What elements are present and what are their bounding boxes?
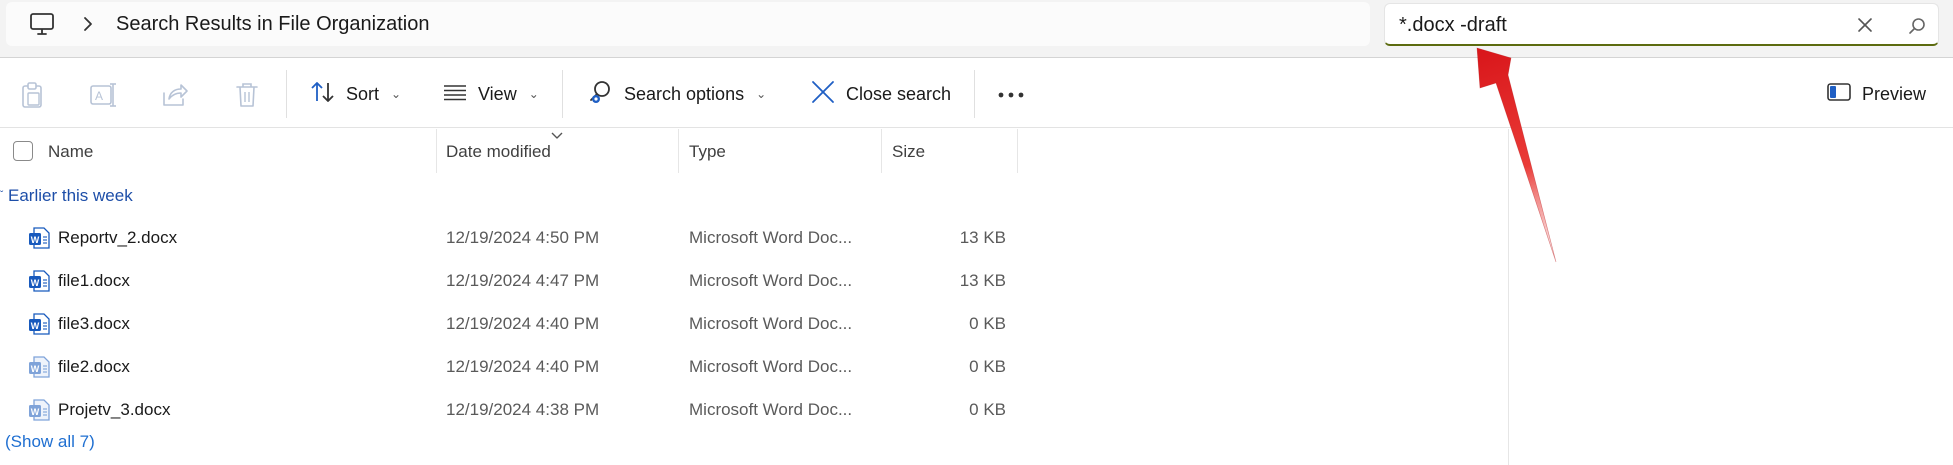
column-divider[interactable] — [881, 129, 882, 173]
search-options-icon — [588, 79, 614, 110]
file-name: Projetv_3.docx — [58, 400, 171, 419]
close-search-label: Close search — [846, 83, 952, 104]
file-size: 13 KB — [959, 271, 1006, 290]
word-doc-icon-light: W — [28, 398, 50, 422]
file-size: 13 KB — [959, 228, 1006, 247]
file-row[interactable]: W Reportv_2.docx 12/19/2024 4:50 PM Microso… — [0, 217, 1020, 260]
column-header-type[interactable]: Type — [689, 142, 726, 162]
svg-text:W: W — [31, 278, 40, 288]
preview-pane-icon — [1826, 81, 1852, 108]
view-label: View — [478, 83, 517, 104]
paste-icon[interactable] — [17, 80, 47, 110]
file-size: 0 KB — [969, 400, 1006, 419]
chevron-down-icon: ⌄ — [528, 87, 539, 101]
column-divider[interactable] — [1017, 129, 1018, 173]
svg-text:W: W — [31, 407, 40, 417]
chevron-right-icon[interactable] — [78, 11, 98, 37]
file-size: 0 KB — [969, 314, 1006, 333]
search-options-button[interactable]: Search options ⌄ — [588, 76, 766, 112]
file-row[interactable]: Wfile1.docx 12/19/2024 4:47 PM Microsoft W… — [0, 260, 1020, 303]
close-icon[interactable] — [1853, 13, 1877, 37]
close-search-button[interactable]: Close search — [810, 76, 951, 112]
select-all-checkbox[interactable] — [13, 141, 33, 161]
sort-icon — [310, 80, 336, 109]
address-toolbar: Search Results in File Organization — [0, 0, 1953, 58]
search-box[interactable] — [1384, 3, 1939, 46]
svg-text:A: A — [95, 89, 103, 103]
file-date-modified: 12/19/2024 4:40 PM — [446, 357, 600, 376]
address-bar[interactable]: Search Results in File Organization — [6, 2, 1370, 46]
chevron-down-icon: ⌄ — [756, 87, 767, 101]
toolbar-divider — [974, 70, 975, 118]
view-icon — [442, 80, 468, 109]
toolbar-divider — [562, 70, 563, 118]
search-input[interactable] — [1399, 12, 1829, 38]
file-name: file1.docx — [58, 271, 130, 290]
column-header-size[interactable]: Size — [892, 142, 925, 162]
sort-button[interactable]: Sort ⌄ — [310, 76, 401, 112]
chevron-down-icon: ˇ — [0, 190, 4, 201]
preview-button[interactable]: Preview — [1826, 76, 1926, 112]
sort-label: Sort — [346, 83, 380, 104]
view-button[interactable]: View ⌄ — [442, 76, 539, 112]
show-all-link[interactable]: (Show all 7) — [5, 432, 95, 452]
word-doc-icon: W — [28, 226, 50, 250]
file-type: Microsoft Word Doc... — [689, 400, 853, 419]
file-row[interactable]: Wfile3.docx 12/19/2024 4:40 PM Microsoft W… — [0, 303, 1020, 346]
more-icon[interactable] — [996, 80, 1026, 110]
chevron-down-icon: ⌄ — [391, 87, 402, 101]
column-divider[interactable] — [678, 129, 679, 173]
file-date-modified: 12/19/2024 4:38 PM — [446, 400, 600, 419]
file-type: Microsoft Word Doc... — [689, 314, 853, 333]
search-options-label: Search options — [624, 83, 745, 104]
file-name: file3.docx — [58, 314, 130, 333]
file-type: Microsoft Word Doc... — [689, 357, 853, 376]
file-name: file2.docx — [58, 357, 130, 376]
word-doc-icon: W — [28, 312, 50, 336]
file-date-modified: 12/19/2024 4:40 PM — [446, 314, 600, 333]
word-doc-icon: W — [28, 269, 50, 293]
this-pc-icon[interactable] — [28, 11, 56, 37]
command-bar: A Sort ⌄ View ⌄ Search options ⌄ Close s… — [0, 58, 1953, 128]
svg-text:W: W — [31, 364, 40, 374]
file-name: Reportv_2.docx — [58, 228, 178, 247]
column-header-name[interactable]: Name — [48, 142, 93, 162]
breadcrumb[interactable]: Search Results in File Organization — [116, 13, 429, 36]
svg-text:W: W — [31, 321, 40, 331]
file-row[interactable]: W Projetv_3.docx 12/19/2024 4:38 PM Microso… — [0, 389, 1020, 432]
svg-text:W: W — [31, 235, 40, 245]
file-row[interactable]: Wfile2.docx 12/19/2024 4:40 PM Microsoft W… — [0, 346, 1020, 389]
rename-icon[interactable]: A — [88, 80, 118, 110]
preview-label: Preview — [1862, 83, 1927, 104]
file-date-modified: 12/19/2024 4:50 PM — [446, 228, 600, 247]
delete-icon[interactable] — [232, 80, 262, 110]
details-pane-divider — [1508, 129, 1509, 465]
file-date-modified: 12/19/2024 4:47 PM — [446, 271, 600, 290]
column-divider[interactable] — [436, 129, 437, 173]
sort-descending-icon — [550, 127, 564, 139]
close-icon — [810, 79, 836, 110]
group-label: Earlier this week — [8, 186, 133, 205]
file-type: Microsoft Word Doc... — [689, 228, 853, 247]
group-header[interactable]: ˇ Earlier this week — [0, 186, 133, 206]
file-size: 0 KB — [969, 357, 1006, 376]
word-doc-icon-light: W — [28, 355, 50, 379]
column-header-row: Name Date modified Type Size — [0, 129, 1510, 173]
column-header-date-modified[interactable]: Date modified — [446, 142, 551, 162]
share-icon[interactable] — [160, 80, 190, 110]
search-icon[interactable] — [1905, 14, 1929, 38]
toolbar-divider — [286, 70, 287, 118]
file-type: Microsoft Word Doc... — [689, 271, 853, 290]
